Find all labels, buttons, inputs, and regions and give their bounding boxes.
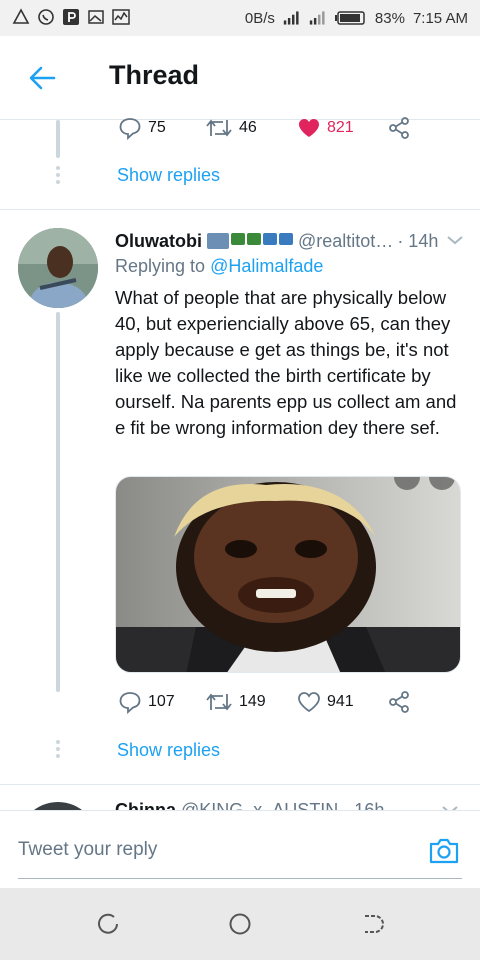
net-speed: 0B/s: [244, 9, 275, 27]
tweet-time: · 14h: [397, 230, 439, 251]
heart-filled-icon: [299, 119, 319, 137]
retweet-count: 149: [239, 693, 266, 710]
money-emoji-icon: [279, 233, 293, 245]
tweet-header: Oluwatobi @realtitot… · 14h: [115, 228, 465, 254]
reply-count: 107: [148, 693, 175, 710]
money-emoji-icon: [247, 233, 261, 245]
user-handle: @KING_x_AUSTIN · 16h: [176, 800, 385, 810]
back-nav-button[interactable]: [358, 910, 386, 938]
home-circle-icon: [229, 913, 251, 935]
thread-connector: [56, 312, 60, 692]
status-bar-system: 0B/s 83% 7:15 AM: [245, 9, 468, 27]
like-count: 821: [327, 119, 354, 136]
mention-link[interactable]: @Halimalfade: [210, 256, 323, 276]
show-replies-link[interactable]: Show replies: [117, 740, 220, 761]
retweet-button[interactable]: 46: [205, 116, 257, 140]
status-bar-notifications: [12, 8, 130, 26]
money-emoji-icon: [263, 233, 277, 245]
show-replies-link[interactable]: Show replies: [117, 165, 220, 186]
share-icon: [389, 117, 409, 139]
share-button[interactable]: [387, 116, 411, 140]
share-icon: [389, 691, 409, 713]
reply-composer: Tweet your reply: [0, 810, 480, 888]
heart-icon: [298, 692, 320, 713]
chevron-down-icon[interactable]: [440, 800, 460, 810]
name-emojis: [207, 233, 293, 249]
recent-apps-button[interactable]: [94, 910, 122, 938]
atm-emoji-icon: [207, 233, 229, 249]
reply-button[interactable]: 75: [118, 116, 166, 140]
thread-dots: [56, 740, 60, 761]
tweet-image[interactable]: [115, 476, 461, 673]
replying-to: Replying to @Halimalfade: [115, 256, 323, 277]
arrow-left-icon: [29, 66, 56, 90]
status-bar: 0B/s 83% 7:15 AM: [0, 0, 480, 36]
share-button[interactable]: [387, 690, 411, 714]
reply-count: 75: [148, 119, 166, 136]
like-button[interactable]: 941: [297, 690, 354, 714]
thread-connector: [56, 120, 60, 158]
signal-icon: [283, 9, 301, 27]
reply-icon: [119, 692, 141, 714]
back-nav-icon: [365, 915, 384, 933]
chevron-down-icon[interactable]: [445, 230, 465, 255]
recents-icon: [98, 913, 118, 934]
replying-to-label: Replying to: [115, 256, 206, 276]
like-count: 941: [327, 693, 354, 710]
display-name: Chinna: [115, 800, 176, 810]
page-title: Thread: [109, 60, 200, 90]
avatar[interactable]: [18, 228, 98, 308]
next-tweet-peek[interactable]: Chinna @KING_x_AUSTIN · 16h: [0, 788, 480, 810]
signal-icon: [309, 9, 327, 27]
activity-icon: [112, 8, 130, 26]
avatar: [18, 802, 98, 810]
system-nav-bar: [0, 888, 480, 960]
reply-icon: [119, 118, 141, 140]
reply-button[interactable]: 107: [118, 690, 175, 714]
divider: [0, 784, 480, 785]
retweet-icon: [206, 693, 232, 711]
retweet-button[interactable]: 149: [205, 690, 266, 714]
back-button[interactable]: [26, 62, 58, 94]
divider: [0, 209, 480, 210]
next-tweet-header: Chinna @KING_x_AUSTIN · 16h: [115, 800, 384, 810]
home-button[interactable]: [226, 910, 254, 938]
app-header: Thread: [0, 36, 480, 120]
pinterest-icon: [62, 8, 80, 26]
thread-dots: [56, 166, 60, 187]
display-name[interactable]: Oluwatobi: [115, 231, 202, 252]
clock: 7:15 AM: [412, 9, 468, 27]
whatsapp-icon: [37, 8, 55, 26]
reply-placeholder: Tweet your reply: [18, 838, 158, 860]
battery-level: 83%: [374, 9, 405, 27]
gallery-icon: [87, 8, 105, 26]
battery-icon: [334, 9, 367, 27]
like-button[interactable]: 821: [297, 116, 354, 140]
retweet-icon: [206, 119, 232, 137]
user-handle[interactable]: @realtitot…: [298, 231, 393, 252]
retweet-count: 46: [239, 119, 257, 136]
camera-button[interactable]: [428, 835, 460, 867]
camera-icon: [429, 838, 459, 864]
money-emoji-icon: [231, 233, 245, 245]
alert-icon: [12, 8, 30, 26]
tweet-text: What of people that are physically below…: [115, 287, 457, 438]
reply-input[interactable]: Tweet your reply: [18, 831, 462, 879]
